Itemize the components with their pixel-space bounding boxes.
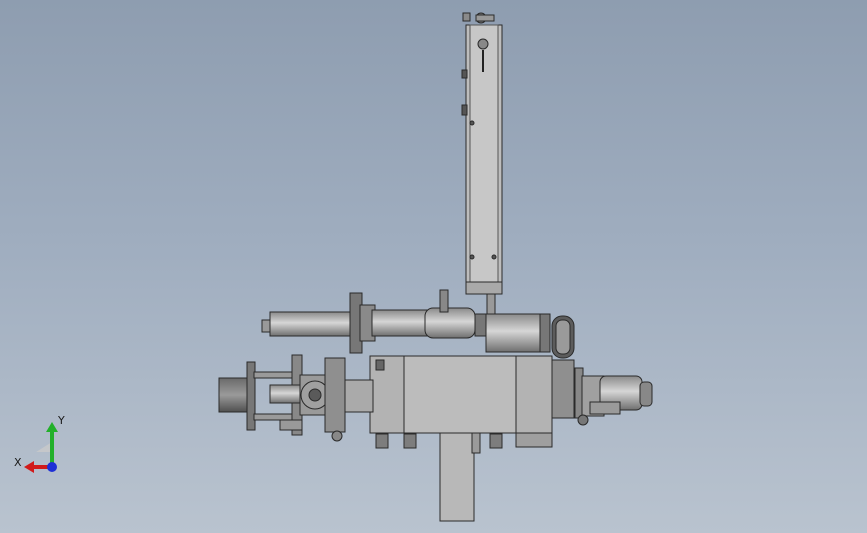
main-housing-block [369,355,553,434]
top-clamp-knob [462,12,495,24]
right-drive-assembly [551,359,653,426]
servo-motor-upper [485,313,575,359]
vertical-slide-rail [461,24,503,317]
cad-assembly-model[interactable] [0,0,867,533]
x-axis-label: X [14,456,22,469]
left-drive-assembly [218,354,374,442]
base-stand [375,432,553,522]
orientation-triad [24,422,58,473]
y-axis-label: Y [58,414,65,427]
upper-left-cylinder [261,289,488,354]
3d-viewport[interactable]: Y X [0,0,867,533]
